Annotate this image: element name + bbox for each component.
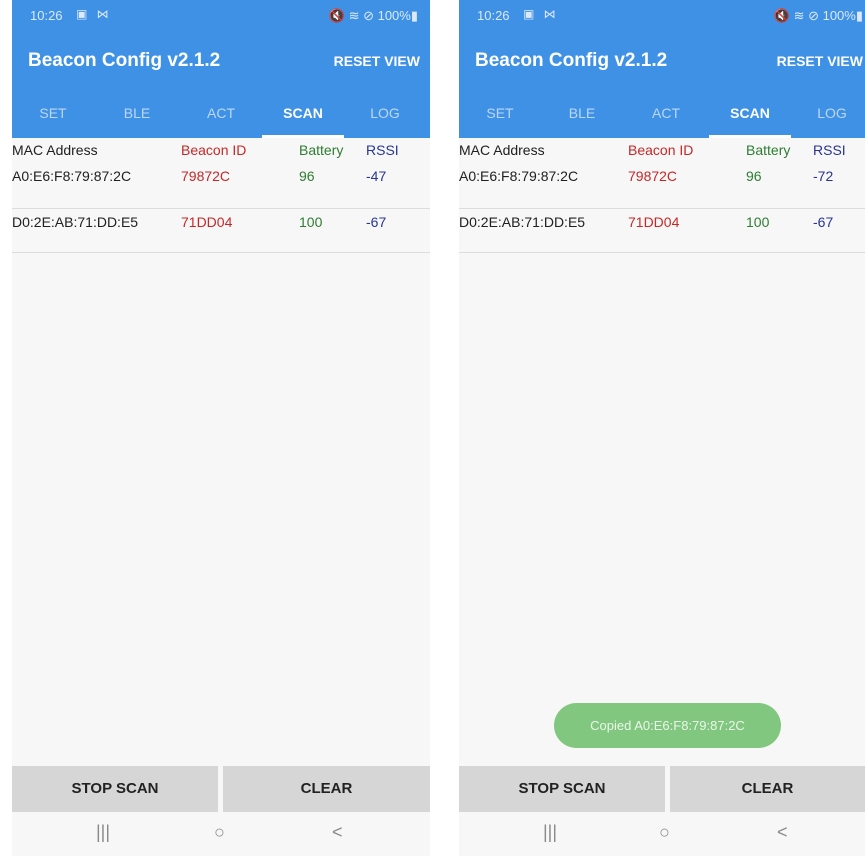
tab-set[interactable]: SET bbox=[12, 105, 94, 121]
status-time: 10:26 bbox=[477, 8, 510, 23]
row-divider bbox=[12, 208, 430, 209]
header-rssi: RSSI bbox=[813, 142, 846, 158]
app-bar: Beacon Config v2.1.2 RESET VIEW bbox=[459, 32, 865, 90]
tab-scan[interactable]: SCAN bbox=[709, 105, 791, 121]
header-beacon-id: Beacon ID bbox=[628, 142, 694, 158]
tab-ble[interactable]: BLE bbox=[541, 105, 623, 121]
row-rssi: -72 bbox=[813, 168, 834, 184]
header-battery: Battery bbox=[299, 142, 344, 158]
status-bar: 10:26 ▣ ⋈ 🔇 ≋ ⊘ 100%▮ bbox=[12, 0, 430, 32]
row-divider bbox=[12, 252, 430, 253]
notification-icons: ▣ ⋈ bbox=[523, 7, 559, 21]
row-beacon-id: 71DD04 bbox=[181, 214, 233, 230]
system-nav-bar: ||| ○ < bbox=[459, 812, 865, 856]
tab-bar: SET BLE ACT SCAN LOG bbox=[12, 90, 430, 138]
stop-scan-button[interactable]: STOP SCAN bbox=[12, 766, 218, 812]
reset-view-button[interactable]: RESET VIEW bbox=[777, 53, 863, 69]
row-mac[interactable]: A0:E6:F8:79:87:2C bbox=[459, 168, 578, 184]
clear-button[interactable]: CLEAR bbox=[223, 766, 430, 812]
bottom-actions: STOP SCAN CLEAR bbox=[459, 766, 865, 812]
row-battery: 100 bbox=[299, 214, 323, 230]
status-bar: 10:26 ▣ ⋈ 🔇 ≋ ⊘ 100%▮ bbox=[459, 0, 865, 32]
row-beacon-id: 79872C bbox=[181, 168, 231, 184]
header-rssi: RSSI bbox=[366, 142, 399, 158]
app-title: Beacon Config v2.1.2 bbox=[475, 50, 668, 71]
tab-ble[interactable]: BLE bbox=[96, 105, 178, 121]
status-time: 10:26 bbox=[30, 8, 63, 23]
battery-icon: 🔇 ≋ ⊘ 100%▮ bbox=[328, 8, 418, 23]
row-battery: 96 bbox=[299, 168, 315, 184]
app-title: Beacon Config v2.1.2 bbox=[28, 50, 221, 71]
row-divider bbox=[459, 252, 865, 253]
tab-act[interactable]: ACT bbox=[180, 105, 262, 121]
clear-button[interactable]: CLEAR bbox=[670, 766, 865, 812]
back-icon[interactable]: < bbox=[332, 822, 343, 843]
tab-scan[interactable]: SCAN bbox=[262, 105, 344, 121]
row-beacon-id: 79872C bbox=[628, 168, 678, 184]
tab-act[interactable]: ACT bbox=[625, 105, 707, 121]
recents-icon[interactable]: ||| bbox=[543, 822, 557, 843]
row-battery: 100 bbox=[746, 214, 770, 230]
phone-screen-left: 10:26 ▣ ⋈ 🔇 ≋ ⊘ 100%▮ Beacon Config v2.1… bbox=[12, 0, 430, 856]
home-icon[interactable]: ○ bbox=[214, 822, 225, 843]
reset-view-button[interactable]: RESET VIEW bbox=[334, 53, 420, 69]
copied-toast: Copied A0:E6:F8:79:87:2C bbox=[554, 703, 781, 748]
phone-screen-right: 10:26 ▣ ⋈ 🔇 ≋ ⊘ 100%▮ Beacon Config v2.1… bbox=[459, 0, 865, 856]
tab-set[interactable]: SET bbox=[459, 105, 541, 121]
row-divider bbox=[459, 208, 865, 209]
scan-list: MAC Address Beacon ID Battery RSSI A0:E6… bbox=[12, 138, 430, 764]
row-beacon-id: 71DD04 bbox=[628, 214, 680, 230]
system-nav-bar: ||| ○ < bbox=[12, 812, 430, 856]
notification-icons: ▣ ⋈ bbox=[76, 7, 112, 21]
row-rssi: -67 bbox=[813, 214, 834, 230]
row-mac[interactable]: A0:E6:F8:79:87:2C bbox=[12, 168, 131, 184]
home-icon[interactable]: ○ bbox=[659, 822, 670, 843]
stop-scan-button[interactable]: STOP SCAN bbox=[459, 766, 665, 812]
bottom-actions: STOP SCAN CLEAR bbox=[12, 766, 430, 812]
battery-icon: 🔇 ≋ ⊘ 100%▮ bbox=[773, 8, 863, 23]
row-mac[interactable]: D0:2E:AB:71:DD:E5 bbox=[459, 214, 585, 230]
recents-icon[interactable]: ||| bbox=[96, 822, 110, 843]
tab-log[interactable]: LOG bbox=[791, 105, 865, 121]
header-beacon-id: Beacon ID bbox=[181, 142, 247, 158]
row-mac[interactable]: D0:2E:AB:71:DD:E5 bbox=[12, 214, 138, 230]
header-mac: MAC Address bbox=[459, 142, 545, 158]
back-icon[interactable]: < bbox=[777, 822, 788, 843]
app-bar: Beacon Config v2.1.2 RESET VIEW bbox=[12, 32, 430, 90]
row-battery: 96 bbox=[746, 168, 762, 184]
scan-list: MAC Address Beacon ID Battery RSSI A0:E6… bbox=[459, 138, 865, 764]
tab-log[interactable]: LOG bbox=[344, 105, 426, 121]
header-battery: Battery bbox=[746, 142, 791, 158]
row-rssi: -67 bbox=[366, 214, 387, 230]
header-mac: MAC Address bbox=[12, 142, 98, 158]
tab-bar: SET BLE ACT SCAN LOG bbox=[459, 90, 865, 138]
row-rssi: -47 bbox=[366, 168, 387, 184]
